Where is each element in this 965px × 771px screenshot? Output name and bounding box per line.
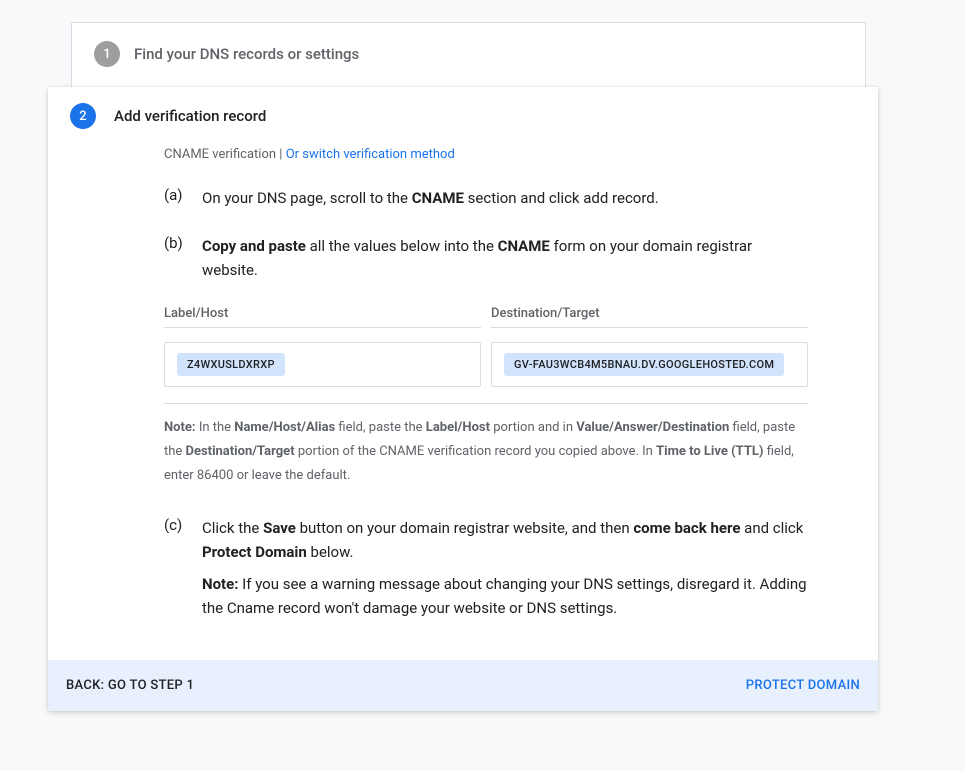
- c-note-t: If you see a warning message about chang…: [202, 575, 807, 617]
- destination-target-header: Destination/Target: [491, 306, 808, 328]
- step2-card: 2 Add verification record CNAME verifica…: [48, 87, 878, 711]
- step2-title: Add verification record: [114, 107, 266, 125]
- note-b1: Note:: [164, 420, 196, 435]
- step-c-body: Click the Save button on your domain reg…: [202, 516, 808, 628]
- destination-target-column: Destination/Target GV-FAU3WCB4M5BNAU.DV.…: [491, 306, 808, 387]
- step2-number-badge: 2: [70, 103, 96, 129]
- verification-separator: |: [276, 147, 286, 162]
- c-b1: Save: [263, 519, 296, 537]
- note-b4: Value/Answer/Destination: [576, 420, 729, 435]
- note-b2: Name/Host/Alias: [234, 420, 335, 435]
- note-t3: portion and in: [490, 420, 576, 435]
- step-c-letter: (c): [164, 516, 184, 628]
- c-note-b: Note:: [202, 575, 238, 593]
- c-b3: Protect Domain: [202, 543, 307, 561]
- verification-method-line: CNAME verification | Or switch verificat…: [164, 147, 808, 162]
- card-footer: BACK: GO TO STEP 1 PROTECT DOMAIN: [48, 660, 878, 711]
- note-t2: field, paste the: [335, 420, 426, 435]
- c-t2: button on your domain registrar website,…: [296, 519, 634, 537]
- c-t4: below.: [307, 543, 354, 561]
- step2-content: CNAME verification | Or switch verificat…: [48, 139, 878, 660]
- step-b-mid: all the values below into the: [306, 237, 498, 255]
- step-b-bold1: Copy and paste: [202, 237, 306, 255]
- destination-target-value[interactable]: GV-FAU3WCB4M5BNAU.DV.GOOGLEHOSTED.COM: [504, 353, 784, 376]
- step-a-post: section and click add record.: [464, 189, 659, 207]
- fields-note: Note: In the Name/Host/Alias field, past…: [164, 416, 808, 488]
- step-a-pre: On your DNS page, scroll to the: [202, 189, 412, 207]
- step1-title: Find your DNS records or settings: [134, 45, 359, 63]
- c-b2: come back here: [633, 519, 740, 537]
- protect-domain-button[interactable]: PROTECT DOMAIN: [746, 678, 860, 693]
- note-b5: Destination/Target: [186, 444, 295, 459]
- step-b-row: (b) Copy and paste all the values below …: [164, 234, 808, 282]
- step-a-letter: (a): [164, 186, 184, 210]
- cname-fields-row: Label/Host Z4WXUSLDXRXP Destination/Targ…: [164, 306, 808, 387]
- back-button[interactable]: BACK: GO TO STEP 1: [66, 678, 194, 693]
- step1-number-badge: 1: [94, 41, 120, 67]
- step-b-text: Copy and paste all the values below into…: [202, 234, 808, 282]
- step-c-note: Note: If you see a warning message about…: [202, 572, 808, 620]
- switch-verification-link[interactable]: Or switch verification method: [286, 147, 455, 162]
- step-a-text: On your DNS page, scroll to the CNAME se…: [202, 186, 659, 210]
- note-t5: portion of the CNAME verification record…: [295, 444, 656, 459]
- note-b3: Label/Host: [426, 420, 490, 435]
- step2-header: 2 Add verification record: [48, 87, 878, 139]
- c-t3: and click: [740, 519, 803, 537]
- step-c-row: (c) Click the Save button on your domain…: [164, 516, 808, 628]
- label-host-column: Label/Host Z4WXUSLDXRXP: [164, 306, 481, 387]
- step-c-line1: Click the Save button on your domain reg…: [202, 516, 808, 564]
- c-t1: Click the: [202, 519, 263, 537]
- verification-label: CNAME verification: [164, 147, 276, 162]
- label-host-header: Label/Host: [164, 306, 481, 328]
- fields-separator: [164, 403, 808, 404]
- step-a-row: (a) On your DNS page, scroll to the CNAM…: [164, 186, 808, 210]
- step-a-bold: CNAME: [412, 189, 464, 207]
- note-b6: Time to Live (TTL): [656, 444, 763, 459]
- label-host-value[interactable]: Z4WXUSLDXRXP: [177, 353, 285, 376]
- note-t1: In the: [196, 420, 235, 435]
- step-b-letter: (b): [164, 234, 184, 282]
- destination-target-box[interactable]: GV-FAU3WCB4M5BNAU.DV.GOOGLEHOSTED.COM: [491, 342, 808, 387]
- step-b-bold2: CNAME: [498, 237, 550, 255]
- label-host-box[interactable]: Z4WXUSLDXRXP: [164, 342, 481, 387]
- step1-header: 1 Find your DNS records or settings: [72, 23, 865, 85]
